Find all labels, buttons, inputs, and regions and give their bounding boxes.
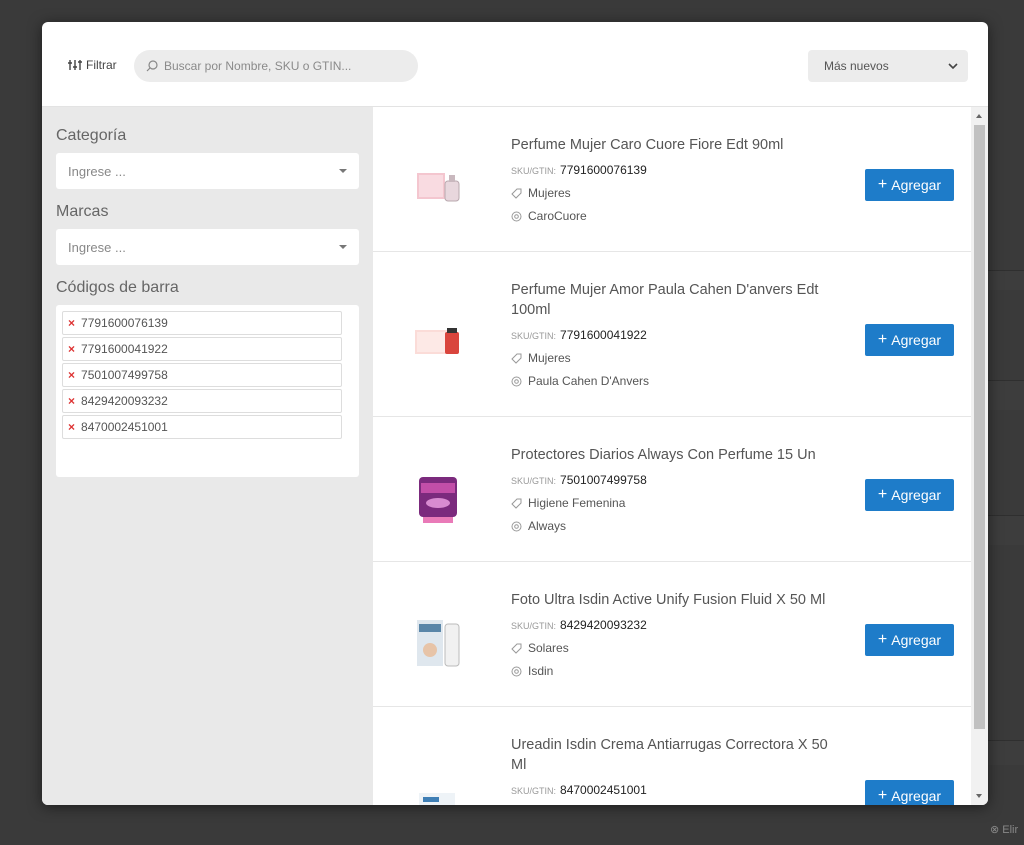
product-row: Perfume Mujer Caro Cuore Fiore Edt 90ml … <box>373 107 971 252</box>
barcode-tag-input[interactable]: × 7791600076139 × 7791600041922 × 750100749… <box>56 305 359 477</box>
add-product-button[interactable]: + Agregar <box>865 479 954 511</box>
product-sku: SKU/GTIN: 8470002451001 <box>511 783 647 797</box>
sort-select[interactable]: Más nuevos <box>808 50 968 82</box>
product-brand: Isdin <box>511 664 841 678</box>
plus-icon: + <box>877 176 888 193</box>
product-row: Perfume Mujer Amor Paula Cahen D'anvers … <box>373 252 971 417</box>
product-row: Foto Ultra Isdin Active Unify Fusion Flu… <box>373 562 971 707</box>
product-category: Mujeres <box>511 351 841 365</box>
circle-x-icon: ⊗ <box>990 824 1000 836</box>
sliders-icon <box>68 60 82 70</box>
background-panel <box>988 740 1024 765</box>
chevron-down-icon <box>948 62 958 69</box>
tag-icon <box>511 498 522 509</box>
product-info: Protectores Diarios Always Con Perfume 1… <box>511 445 841 533</box>
brands-label: Marcas <box>56 203 109 220</box>
plus-icon: + <box>877 787 888 804</box>
background-panel <box>988 515 1024 545</box>
product-name: Foto Ultra Isdin Active Unify Fusion Flu… <box>511 592 826 608</box>
tag-icon <box>511 353 522 364</box>
search-icon <box>146 60 158 72</box>
product-info: Ureadin Isdin Crema Antiarrugas Correcto… <box>511 735 841 797</box>
product-category: Solares <box>511 641 841 655</box>
add-product-button[interactable]: + Agregar <box>865 624 954 656</box>
add-product-button[interactable]: + Agregar <box>865 780 954 805</box>
product-name: Perfume Mujer Amor Paula Cahen D'anvers … <box>511 282 819 318</box>
barcode-tag: × 8470002451001 <box>62 415 342 439</box>
sort-value: Más nuevos <box>824 59 889 73</box>
product-thumbnail <box>419 477 457 523</box>
scroll-down-icon[interactable] <box>976 794 982 798</box>
filter-label: Filtrar <box>86 58 117 72</box>
product-info: Foto Ultra Isdin Active Unify Fusion Flu… <box>511 590 841 678</box>
background-delete-link: ⊗ Elir <box>990 824 1019 836</box>
brand-icon <box>511 521 522 531</box>
background-panel <box>988 380 1024 410</box>
remove-tag-icon[interactable]: × <box>68 368 75 382</box>
product-brand: Always <box>511 519 841 533</box>
barcode-tag: × 7791600076139 <box>62 311 342 335</box>
search-box <box>134 50 418 82</box>
product-sku: SKU/GTIN: 7791600041922 <box>511 328 647 342</box>
search-input[interactable] <box>164 59 404 73</box>
product-thumbnail <box>415 328 459 354</box>
product-brand: Paula Cahen D'Anvers <box>511 374 841 388</box>
product-info: Perfume Mujer Caro Cuore Fiore Edt 90ml … <box>511 135 841 223</box>
remove-tag-icon[interactable]: × <box>68 316 75 330</box>
product-thumbnail <box>419 793 455 805</box>
plus-icon: + <box>877 331 888 348</box>
remove-tag-icon[interactable]: × <box>68 420 75 434</box>
brands-select[interactable]: Ingrese ... <box>56 229 359 265</box>
product-sku: SKU/GTIN: 7791600076139 <box>511 163 647 177</box>
remove-tag-icon[interactable]: × <box>68 342 75 356</box>
add-product-button[interactable]: + Agregar <box>865 324 954 356</box>
category-select[interactable]: Ingrese ... <box>56 153 359 189</box>
filter-button[interactable]: Filtrar <box>68 58 117 72</box>
product-info: Perfume Mujer Amor Paula Cahen D'anvers … <box>511 280 841 388</box>
product-picker-modal: Filtrar Más nuevos Categoría Ingrese ...… <box>42 22 988 805</box>
product-name: Perfume Mujer Caro Cuore Fiore Edt 90ml <box>511 137 784 153</box>
list-scrollbar[interactable] <box>971 107 988 805</box>
plus-icon: + <box>877 631 888 648</box>
product-thumbnail <box>417 620 460 667</box>
add-product-button[interactable]: + Agregar <box>865 169 954 201</box>
barcode-tag: × 7501007499758 <box>62 363 342 387</box>
product-row: Protectores Diarios Always Con Perfume 1… <box>373 417 971 562</box>
brands-placeholder: Ingrese ... <box>68 239 126 255</box>
product-sku: SKU/GTIN: 7501007499758 <box>511 473 647 487</box>
remove-tag-icon[interactable]: × <box>68 394 75 408</box>
product-category: Higiene Femenina <box>511 496 841 510</box>
caret-down-icon <box>339 245 347 249</box>
tag-icon <box>511 188 522 199</box>
scroll-up-icon[interactable] <box>976 114 982 118</box>
product-category: Mujeres <box>511 186 841 200</box>
product-thumbnail <box>417 173 460 202</box>
product-name: Protectores Diarios Always Con Perfume 1… <box>511 447 816 463</box>
category-label: Categoría <box>56 127 127 144</box>
tag-icon <box>511 643 522 654</box>
background-panel <box>988 270 1024 290</box>
caret-down-icon <box>339 169 347 173</box>
brand-icon <box>511 666 522 676</box>
category-placeholder: Ingrese ... <box>68 163 126 179</box>
modal-toolbar: Filtrar Más nuevos <box>42 22 988 107</box>
product-name: Ureadin Isdin Crema Antiarrugas Correcto… <box>511 737 828 773</box>
product-brand: CaroCuore <box>511 209 841 223</box>
filter-sidebar: Categoría Ingrese ... Marcas Ingrese ...… <box>42 107 373 805</box>
brand-icon <box>511 376 522 386</box>
barcode-tag: × 8429420093232 <box>62 389 342 413</box>
plus-icon: + <box>877 486 888 503</box>
brand-icon <box>511 211 522 221</box>
product-row: Ureadin Isdin Crema Antiarrugas Correcto… <box>373 707 971 805</box>
barcodes-label: Códigos de barra <box>56 279 179 296</box>
barcode-tag: × 7791600041922 <box>62 337 342 361</box>
product-sku: SKU/GTIN: 8429420093232 <box>511 618 647 632</box>
scroll-thumb[interactable] <box>974 125 985 729</box>
product-list[interactable]: Perfume Mujer Caro Cuore Fiore Edt 90ml … <box>373 107 971 805</box>
